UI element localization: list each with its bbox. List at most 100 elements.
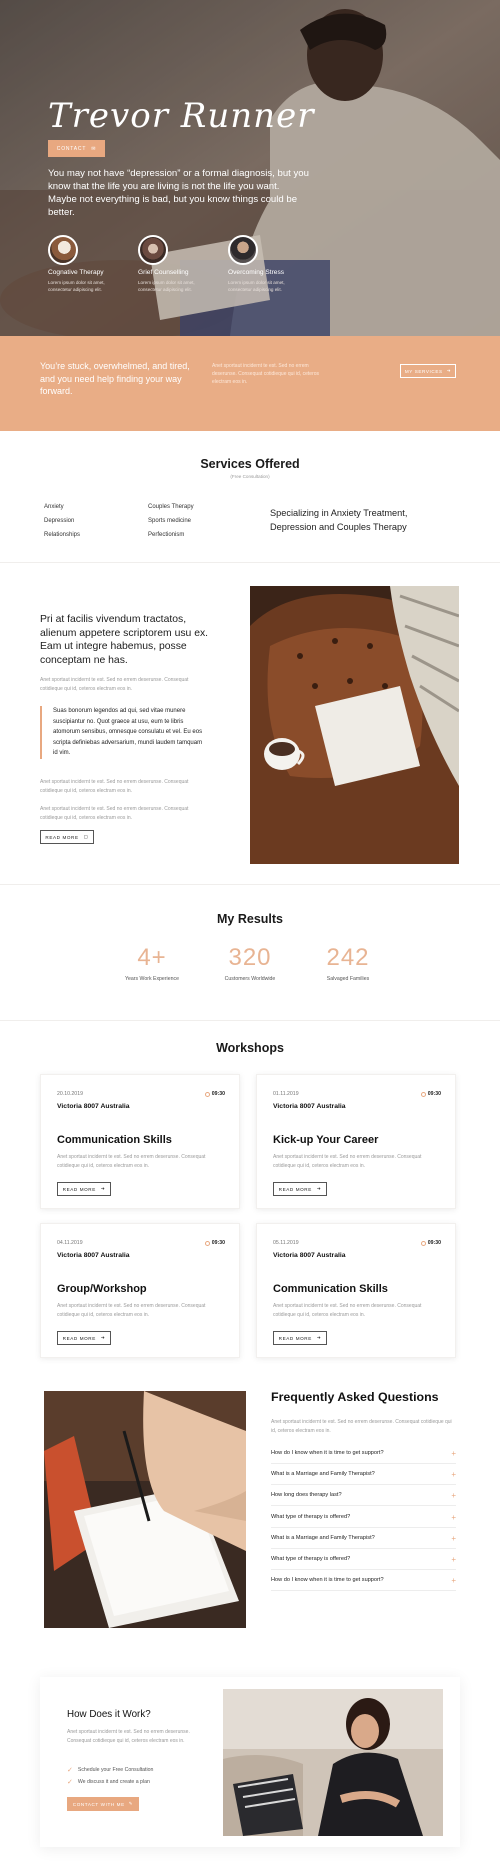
cta-band: You’re stuck, overwhelmed, and tired, an… [0,336,500,431]
how-text: Anet sportaut incidernt te est. Sed no e… [67,1729,190,1744]
service-overcoming-stress[interactable]: Overcoming Stress Lorem ipsum dolor sit … [228,235,318,293]
faq-item[interactable]: What is a Marriage and Family Therapist?… [271,1464,456,1485]
workshop-title: Communication Skills [273,1283,388,1295]
faq-item[interactable]: How long does therapy last? + [271,1485,456,1506]
stat-value: 242 [326,944,370,971]
workshop-time: 09:30 [420,1240,441,1246]
service-thumbnail [48,235,78,265]
workshop-time-value: 09:30 [427,1091,441,1097]
plus-icon: + [451,1554,456,1564]
plus-icon: + [451,1469,456,1479]
contact-button[interactable]: CONTACT ✉ [48,140,105,157]
plus-icon: + [451,1512,456,1522]
read-more-label: READ MORE [62,1186,96,1192]
my-services-button[interactable]: MY SERVICES ➜ [400,364,456,378]
service-thumbnail [138,235,168,265]
read-more-button[interactable]: READ MORE ▢ [40,830,94,844]
service-item: Perfectionism [148,532,185,538]
faq-item[interactable]: How do I know when it is time to get sup… [271,1570,456,1591]
service-text: Lorem ipsum dolor sit amet, consectetur … [138,280,195,292]
workshop-text: Anet sportaut incidernt te est. Sed no e… [273,1303,422,1318]
leather-chair-photo [250,586,459,864]
hero-lead: You may not have “depression” or a forma… [48,168,309,218]
hero-title: Trevor Runner [48,96,315,136]
workshop-card: 04.11.2019 09:30 Victoria 8007 Australia… [40,1223,240,1358]
service-text: Lorem ipsum dolor sit amet, consectetur … [228,280,285,292]
workshop-time-value: 09:30 [211,1091,225,1097]
clock-icon [204,1240,210,1246]
about-heading: Pri at facilis vivendum tractatos, alien… [40,614,209,666]
contact-with-me-button[interactable]: CONTACT WITH ME ✎ [67,1797,139,1811]
workshop-read-more-button[interactable]: READ MORE ➔ [57,1331,111,1345]
workshop-text: Anet sportaut incidernt te est. Sed no e… [57,1303,206,1318]
plus-icon: + [451,1448,456,1458]
step-item: ✓ Schedule your Free Consultation [67,1766,153,1774]
band-lead: You’re stuck, overwhelmed, and tired, an… [40,361,190,396]
workshop-time: 09:30 [420,1091,441,1097]
service-item: Sports medicine [148,518,192,524]
square-icon: ▢ [83,834,89,839]
workshop-read-more-button[interactable]: READ MORE ➔ [273,1331,327,1345]
about-quote: Suas bonorum legendos ad qui, sed vitae … [40,706,205,759]
how-title: How Does it Work? [67,1709,151,1720]
stat-label: Salvaged Families [326,976,370,982]
plus-icon: + [451,1575,456,1585]
service-title: Cognative Therapy [48,269,104,276]
arrow-circle-icon: ➔ [100,1335,106,1340]
workshop-time: 09:30 [204,1240,225,1246]
section-divider [0,1020,500,1021]
workshops-title: Workshops [216,1041,284,1055]
workshop-time-value: 09:30 [427,1240,441,1246]
my-services-label: MY SERVICES [404,368,443,374]
services-list-col2: Couples Therapy Sports medicine Perfecti… [148,500,194,542]
read-more-label: READ MORE [278,1335,312,1341]
services-list-col1: Anxiety Depression Relationships [44,500,80,542]
clock-icon [420,1240,426,1246]
stat-customers: 320 Customers Worldwide [210,944,290,983]
about-paragraph-2: Anet sportaut incidernt te est. Sed no e… [40,779,189,794]
workshop-card: 20.10.2019 09:30 Victoria 8007 Australia… [40,1074,240,1209]
service-title: Overcoming Stress [228,269,285,276]
about-paragraph-1: Anet sportaut incidernt te est. Sed no e… [40,677,189,692]
service-thumbnail [228,235,258,265]
specializing-text: Specializing in Anxiety Treatment, Depre… [270,508,408,532]
workshop-title: Kick-up Your Career [273,1134,379,1146]
service-title: Grief Counselling [138,269,189,276]
results-title: My Results [217,912,283,926]
stat-value: 4+ [137,944,167,971]
service-cognative-therapy[interactable]: Cognative Therapy Lorem ipsum dolor sit … [48,235,138,293]
clock-icon [420,1091,426,1097]
service-text: Lorem ipsum dolor sit amet, consectetur … [48,280,105,292]
workshop-time-value: 09:30 [211,1240,225,1246]
clock-icon [204,1091,210,1097]
workshop-read-more-button[interactable]: READ MORE ➔ [57,1182,111,1196]
faq-item[interactable]: What type of therapy is offered? + [271,1507,456,1528]
faq-item[interactable]: What type of therapy is offered? + [271,1549,456,1570]
arrow-right-icon: ➜ [446,368,452,373]
workshop-card: 01.11.2019 09:30 Victoria 8007 Australia… [256,1074,456,1209]
workshop-title: Communication Skills [57,1134,172,1146]
check-icon: ✓ [67,1779,73,1786]
hero-section: Trevor Runner CONTACT ✉ You may not have… [0,0,500,336]
faq-question: What type of therapy is offered? [271,1556,351,1562]
contact-with-me-label: CONTACT WITH ME [72,1801,125,1807]
envelope-icon: ✉ [91,145,97,152]
workshop-card: 05.11.2019 09:30 Victoria 8007 Australia… [256,1223,456,1358]
faq-item[interactable]: How do I know when it is time to get sup… [271,1443,456,1464]
step-label: We discuss it and create a plan [77,1779,150,1785]
service-item: Couples Therapy [148,504,194,510]
workshop-text: Anet sportaut incidernt te est. Sed no e… [273,1154,422,1169]
workshop-title: Group/Workshop [57,1283,147,1295]
service-item: Relationships [44,532,81,538]
faq-question: What type of therapy is offered? [271,1514,351,1520]
faq-question: How long does therapy last? [271,1492,342,1498]
service-grief-counselling[interactable]: Grief Counselling Lorem ipsum dolor sit … [138,235,228,293]
faq-item[interactable]: What is a Marriage and Family Therapist?… [271,1528,456,1549]
workshop-location: Victoria 8007 Australia [57,1103,130,1110]
writing-hand-photo [44,1391,246,1628]
workshop-time: 09:30 [204,1091,225,1097]
workshop-date: 20.10.2019 [57,1091,83,1097]
workshop-read-more-button[interactable]: READ MORE ➔ [273,1182,327,1196]
read-more-label: READ MORE [278,1186,312,1192]
section-divider [0,884,500,885]
